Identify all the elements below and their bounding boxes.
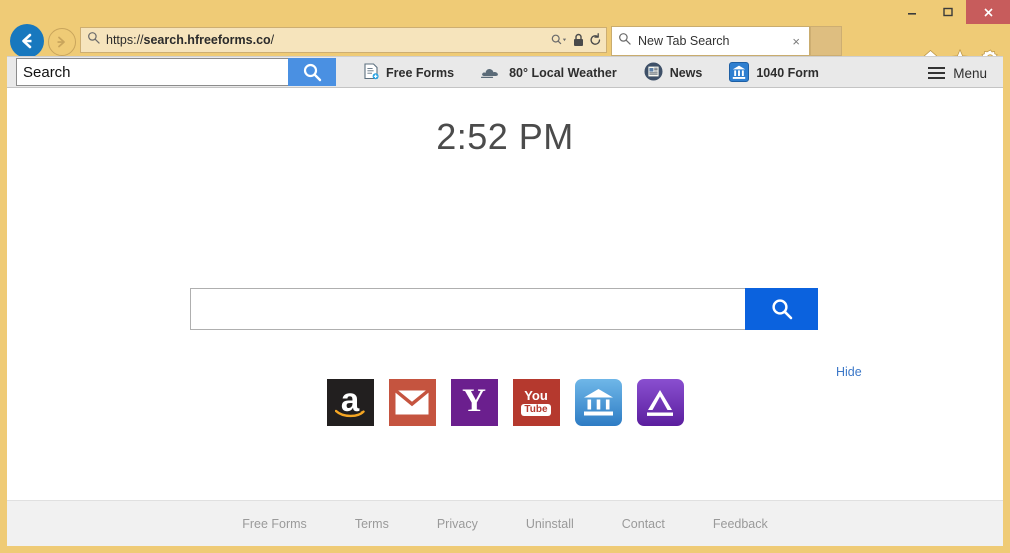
footer-link-privacy[interactable]: Privacy [437,517,478,531]
main-search-group [190,288,818,330]
toolbar-search-group [16,58,336,86]
minimize-icon [906,6,918,18]
clock-display: 2:52 PM [7,116,1003,158]
toolbar-search-button[interactable] [288,58,336,86]
lock-icon [573,33,584,47]
toolbar-link-label: News [670,66,703,80]
bank-icon [729,62,749,85]
forward-button[interactable] [48,28,76,56]
shortcut-tile-amazon[interactable]: a [327,379,374,426]
refresh-icon[interactable] [589,33,602,47]
main-search-button[interactable] [745,288,818,330]
cloud-icon [481,65,502,82]
newspaper-icon [644,62,663,84]
tab-title: New Tab Search [638,34,789,48]
bank-icon [582,388,615,418]
envelope-icon [395,390,429,415]
arrow-left-icon [17,31,37,51]
toolbar-link-1040-form[interactable]: 1040 Form [729,62,819,85]
search-icon [302,62,322,82]
youtube-label-bottom: Tube [521,404,550,416]
tab-close-button[interactable]: × [789,34,803,49]
document-add-icon [364,63,379,83]
footer-link-terms[interactable]: Terms [355,517,389,531]
close-icon [982,6,995,19]
toolbar-menu-button[interactable]: Menu [928,57,987,89]
toolbar-link-news[interactable]: News [644,62,703,84]
toolbar-link-weather[interactable]: 80° Local Weather [481,65,617,82]
shortcut-tile-youtube[interactable]: You Tube [513,379,560,426]
address-bar[interactable]: https://search.hfreeforms.co/ [80,27,607,53]
page-content: 2:52 PM Hide a [7,88,1003,546]
letter-a-icon [643,387,677,419]
extension-toolbar: Free Forms 80° Local Weather [7,56,1003,88]
toolbar-link-free-forms[interactable]: Free Forms [364,63,454,83]
new-tab-button[interactable] [810,26,842,56]
main-search-input[interactable] [190,288,745,330]
address-search-dropdown-icon[interactable] [551,33,568,47]
shortcut-tile-yahoo[interactable]: Y [451,379,498,426]
toolbar-menu-label: Menu [953,66,987,81]
maximize-icon [942,6,954,18]
navigation-bar: https://search.hfreeforms.co/ [0,20,1010,60]
amazon-smile-icon [335,408,366,418]
back-button[interactable] [10,24,44,58]
footer-link-contact[interactable]: Contact [622,517,665,531]
arrow-right-icon [54,34,70,50]
yahoo-letter: Y [462,385,486,418]
tab-search-icon [618,32,631,50]
browser-tab[interactable]: New Tab Search × [611,26,810,56]
shortcut-tile-1040-form[interactable] [575,379,622,426]
shortcut-tile-a[interactable] [637,379,684,426]
toolbar-links: Free Forms 80° Local Weather [364,57,819,89]
toolbar-link-label: 1040 Form [756,66,819,80]
shortcut-tiles: a Y You Tube [7,379,1003,426]
footer-link-free-forms[interactable]: Free Forms [242,517,307,531]
toolbar-link-label: 80° Local Weather [509,66,617,80]
search-icon [770,297,794,321]
footer-link-feedback[interactable]: Feedback [713,517,768,531]
hamburger-icon [928,67,945,80]
youtube-logo: You Tube [521,390,550,416]
shortcut-tile-gmail[interactable] [389,379,436,426]
footer-link-uninstall[interactable]: Uninstall [526,517,574,531]
browser-window: https://search.hfreeforms.co/ [0,0,1010,553]
page-footer: Free Forms Terms Privacy Uninstall Conta… [7,500,1003,546]
youtube-label-top: You [524,390,548,402]
toolbar-link-label: Free Forms [386,66,454,80]
hide-shortcuts-link[interactable]: Hide [836,365,862,379]
address-search-icon [87,31,100,49]
toolbar-search-input[interactable] [16,58,288,86]
address-text: https://search.hfreeforms.co/ [106,33,546,47]
